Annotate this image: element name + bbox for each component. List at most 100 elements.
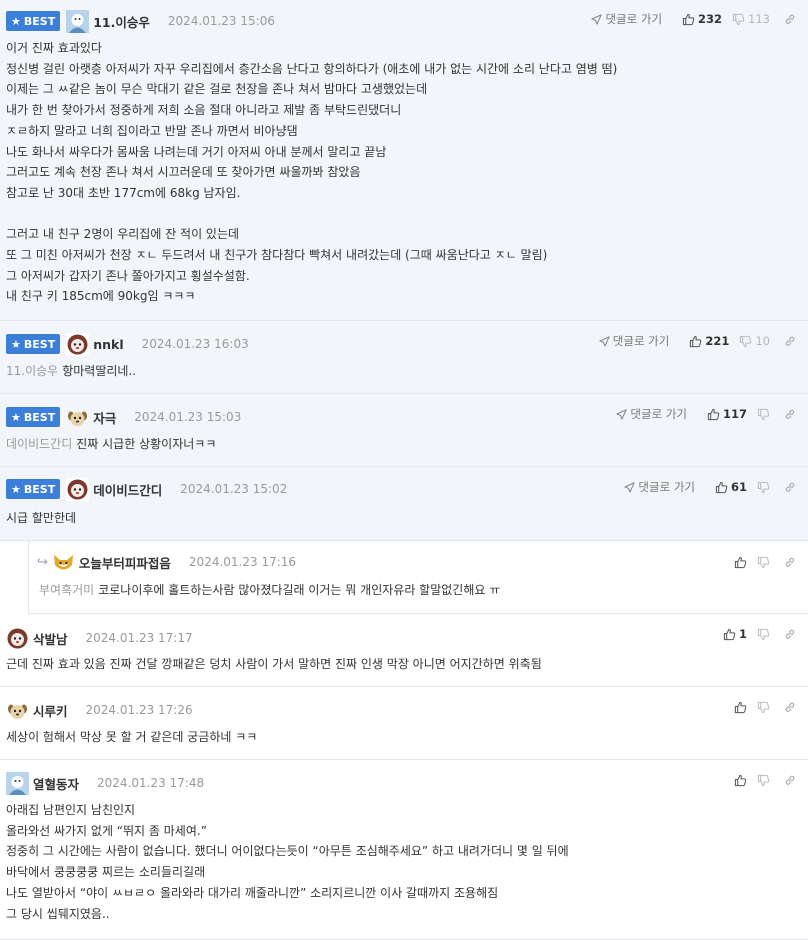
comment-date: 2024.01.23 16:03 [141, 337, 249, 351]
avatar[interactable] [6, 698, 29, 722]
upvote-button[interactable]: 117 [707, 407, 747, 421]
go-to-reply-link[interactable]: 댓글로 가기 [599, 333, 669, 349]
comment-header: ★ BEST 데이비드간디 2024.01.23 15:02 [6, 477, 287, 501]
avatar[interactable] [66, 477, 90, 501]
avatar[interactable] [51, 550, 75, 574]
comment-header: 삭발남 2024.01.23 17:17 [6, 626, 193, 650]
comment-item: ★ BEST 11.이승우 2024.01.23 15:06 댓글로 가기 232… [0, 0, 808, 321]
nickname[interactable]: 열혈동자 [33, 774, 79, 793]
upvote-button[interactable]: 221 [689, 334, 729, 348]
nickname[interactable]: nnkl [93, 337, 123, 352]
comment-actions: 댓글로 가기 61 [624, 477, 796, 497]
link-icon[interactable] [784, 481, 796, 493]
thumbs-up-icon [690, 335, 702, 347]
thumbs-down-icon [732, 13, 745, 25]
thumbs-down-icon [757, 774, 770, 786]
send-arrow-icon [591, 13, 603, 25]
comment-header: 시루키 2024.01.23 17:26 [6, 698, 193, 722]
thumbs-up-icon [715, 481, 728, 493]
upvote-button[interactable]: 1 [723, 627, 747, 641]
downvote-button[interactable] [757, 481, 770, 494]
comment-line: 나도 화나서 싸우다가 몸싸움 나려는데 거기 아저씨 아내 분께서 말리고 끝… [6, 144, 387, 159]
comment-line: 근데 진짜 효과 있음 진짜 건달 깡패같은 덩치 사람이 가서 말하면 진짜 … [6, 657, 542, 671]
nickname[interactable]: 11.이승우 [93, 12, 150, 31]
upvote-button[interactable] [734, 701, 747, 714]
comment-header: ★ BEST nnkl 2024.01.23 16:03 [6, 332, 249, 356]
downvote-button[interactable] [757, 774, 770, 787]
link-icon[interactable] [784, 774, 796, 786]
comment-item: ★ BEST nnkl 2024.01.23 16:03 댓글로 가기 221 1… [0, 321, 808, 394]
thumbs-up-icon [723, 628, 736, 640]
upvote-button[interactable]: 61 [715, 480, 747, 494]
link-icon[interactable] [784, 628, 796, 640]
nickname[interactable]: 자극 [93, 408, 116, 427]
comment-actions [724, 770, 796, 790]
comment-header: ★ BEST 자극 2024.01.23 15:03 [6, 405, 241, 429]
comment-actions: 댓글로 가기 232 113 [591, 9, 796, 29]
go-to-reply-link[interactable]: 댓글로 가기 [616, 406, 687, 422]
comment-item: 열혈동자 2024.01.23 17:48 아래집 남편인지 남친인지 올라와선… [0, 760, 808, 940]
downvote-button[interactable] [757, 408, 770, 421]
upvote-button[interactable]: 232 [682, 12, 722, 26]
mention-link[interactable]: 11.이승우 [6, 364, 58, 378]
comment-body: 데이비드간디 진짜 시급한 상황이자너ㅋㅋ [6, 434, 796, 455]
thumbs-down-icon [757, 701, 770, 713]
nickname[interactable]: 시루키 [33, 701, 68, 720]
comment-line: 또 그 미친 아저씨가 천장 ㅈㄴ 두드려서 내 친구가 참다참다 빡쳐서 내려… [6, 248, 548, 263]
avatar[interactable] [6, 626, 29, 650]
upvote-button[interactable] [734, 774, 747, 787]
comment-body: 시급 할만한데 [6, 508, 796, 529]
link-icon[interactable] [784, 701, 796, 713]
comment-body: 11.이승우 항마력딸리네.. [6, 361, 796, 382]
comment-line: 정중히 그 시간에는 사람이 없습니다. 했더니 어이없다는듯이 “아무튼 조심… [6, 844, 569, 859]
comment-line: 올라와선 싸가지 없게 “뛰지 좀 마세여.” [6, 823, 207, 838]
comment-body: 부여흑거미 코로나이후에 홀트하는사람 많아졌다길래 이거는 뭐 개인자유라 할말… [39, 580, 796, 601]
avatar[interactable] [6, 771, 29, 795]
avatar[interactable] [66, 332, 90, 356]
comment-actions [724, 552, 796, 572]
comment-line: 그러고 내 친구 2명이 우리집에 잔 적이 있는데 [6, 227, 240, 242]
comment-line: 바닥에서 쿵쿵쿵쿵 찌르는 소리들리길래 [6, 865, 206, 880]
comment-header: ↪ 오늘부터피파접음 2024.01.23 17:16 [37, 550, 296, 574]
comment-date: 2024.01.23 17:17 [85, 631, 193, 645]
link-icon[interactable] [784, 335, 796, 347]
comment-actions: 1 [713, 624, 796, 644]
go-to-reply-link[interactable]: 댓글로 가기 [591, 11, 662, 27]
upvote-button[interactable] [734, 556, 747, 569]
nickname[interactable]: 삭발남 [33, 629, 68, 648]
avatar[interactable] [66, 405, 90, 429]
downvote-button[interactable] [757, 628, 770, 641]
comment-line: 정신병 걸린 아랫층 아저씨가 자꾸 우리집에서 층간소음 난다고 항의하다가 … [6, 61, 618, 76]
mention-link[interactable]: 데이비드간디 [6, 437, 72, 451]
comment-line: ㅈㄹ하지 말라고 너희 집이라고 반말 존나 까면서 비아냥댐 [6, 123, 298, 138]
downvote-button[interactable] [757, 556, 770, 569]
go-to-reply-link[interactable]: 댓글로 가기 [624, 479, 695, 495]
mention-link[interactable]: 부여흑거미 [39, 583, 94, 597]
best-badge: ★ BEST [6, 479, 61, 499]
comment-line: 데이비드간디 진짜 시급한 상황이자너ㅋㅋ [6, 437, 217, 451]
best-badge: ★ BEST [6, 11, 61, 31]
comment-body: 이거 진짜 효과있다 정신병 걸린 아랫층 아저씨가 자꾸 우리집에서 층간소음… [6, 38, 796, 307]
comment-item: 시루키 2024.01.23 17:26 세상이 험해서 막상 못 할 거 같은… [0, 687, 808, 760]
thumbs-up-icon [734, 556, 747, 568]
link-icon[interactable] [784, 556, 796, 568]
comment-line: 내 친구 키 185cm에 90kg임 ㅋㅋㅋ [6, 289, 196, 304]
downvote-button[interactable] [757, 701, 770, 714]
comment-item: ★ BEST 데이비드간디 2024.01.23 15:02 댓글로 가기 61 … [0, 467, 808, 541]
comment-item: 삭발남 2024.01.23 17:17 1 근데 진짜 효과 있음 진짜 건달… [0, 614, 808, 687]
comment-body: 아래집 남편인지 남친인지 올라와선 싸가지 없게 “뛰지 좀 마세여.” 정중… [6, 800, 796, 924]
upvote-count: 61 [730, 480, 747, 494]
downvote-button[interactable]: 10 [739, 334, 770, 348]
thumbs-up-icon [734, 701, 747, 713]
downvote-button[interactable]: 113 [732, 12, 770, 26]
nickname[interactable]: 데이비드간디 [93, 480, 162, 499]
nickname[interactable]: 오늘부터피파접음 [79, 553, 171, 572]
link-icon[interactable] [784, 408, 796, 420]
link-icon[interactable] [784, 13, 796, 25]
upvote-count: 232 [698, 12, 723, 26]
avatar[interactable] [66, 9, 90, 33]
comment-line: 그 당시 씹뒈지였음.. [6, 906, 110, 921]
thumbs-up-icon [707, 408, 720, 420]
comment-body: 근데 진짜 효과 있음 진짜 건달 깡패같은 덩치 사람이 가서 말하면 진짜 … [6, 654, 796, 675]
